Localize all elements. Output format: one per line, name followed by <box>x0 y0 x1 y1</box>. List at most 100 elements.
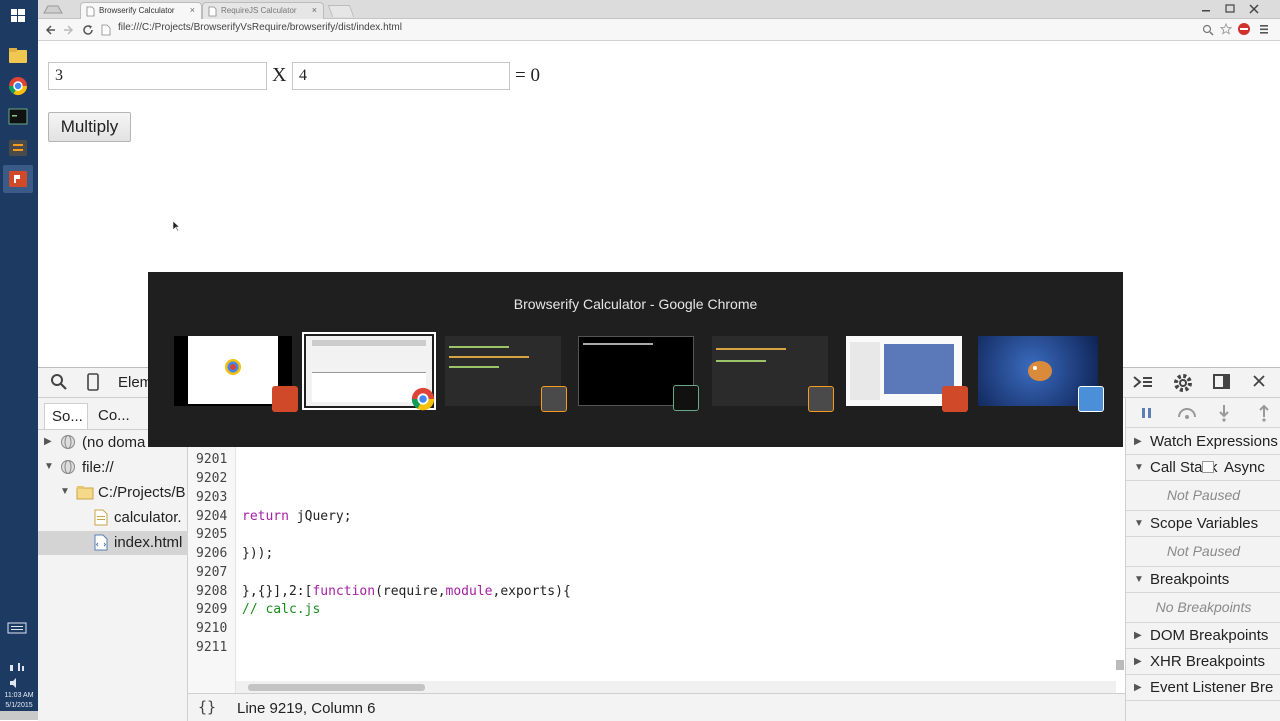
close-devtools-icon[interactable] <box>1252 374 1266 393</box>
horizontal-scrollbar-track <box>236 681 1116 693</box>
network-icon[interactable] <box>8 660 30 672</box>
chrome-icon <box>411 387 435 411</box>
sidebar-section-header[interactable]: ▶ DOM Breakpoints <box>1126 623 1280 649</box>
collapse-triangle-icon: ▼ <box>44 461 54 472</box>
sidebar-section-header[interactable]: ▶ Watch Expressions <box>1126 429 1280 455</box>
back-icon[interactable] <box>44 23 56 41</box>
switcher-window-chrome[interactable] <box>302 332 436 411</box>
globe-icon <box>61 435 75 449</box>
adblock-icon[interactable] <box>1237 22 1251 41</box>
line-number[interactable]: 9207 <box>188 565 232 580</box>
sidebar-section-header[interactable]: ▼ Breakpoints <box>1126 567 1280 593</box>
pause-icon[interactable] <box>1140 407 1154 419</box>
taskbar-powerpoint[interactable] <box>3 165 33 193</box>
taskbar-file-explorer[interactable] <box>3 42 33 70</box>
sidebar-section-header[interactable]: ▶ XHR Breakpoints <box>1126 649 1280 675</box>
sidebar-section-header[interactable]: ▼ Call Stack Async <box>1126 455 1280 481</box>
code-keyword: module <box>445 583 493 599</box>
forward-icon[interactable] <box>63 23 75 41</box>
chrome-menu-icon[interactable] <box>1258 22 1270 41</box>
browser-toolbar: file:///C:/Projects/BrowserifyVsRequire/… <box>38 19 1280 41</box>
multiply-button[interactable]: Multiply <box>48 112 131 142</box>
code-token: (require, <box>375 583 446 599</box>
code-line: 9202 <box>188 471 1108 490</box>
page-icon <box>101 23 111 41</box>
sidebar-empty-message: Not Paused <box>1126 481 1280 511</box>
line-number[interactable]: 9203 <box>188 490 232 505</box>
pretty-print-button[interactable]: {} <box>198 698 216 716</box>
horizontal-scrollbar-thumb[interactable] <box>248 684 425 691</box>
console-drawer-icon[interactable] <box>1132 373 1154 396</box>
switcher-window-powerpoint-2[interactable] <box>846 336 968 412</box>
taskbar-console[interactable] <box>3 103 33 131</box>
tab-content-scripts[interactable]: Co... <box>98 407 130 424</box>
device-mode-icon[interactable] <box>86 372 100 397</box>
minimize-icon[interactable] <box>1200 2 1212 17</box>
taskbar-chrome[interactable] <box>3 72 33 100</box>
tree-item-projects-folder[interactable]: ▼ C:/Projects/B <box>38 481 188 505</box>
inspect-search-icon[interactable] <box>50 373 68 396</box>
line-number[interactable]: 9210 <box>188 621 232 636</box>
settings-gear-icon[interactable] <box>1172 372 1194 399</box>
line-number[interactable]: 9205 <box>188 527 232 542</box>
clock-time[interactable]: 11:03 AM <box>0 691 38 700</box>
switcher-window-desktop[interactable] <box>978 336 1104 412</box>
line-number[interactable]: 9202 <box>188 471 232 486</box>
switcher-window-sublime-2[interactable] <box>712 336 834 412</box>
taskbar-scrollbar[interactable] <box>0 711 38 720</box>
step-into-icon[interactable] <box>1218 404 1230 422</box>
taskbar-sublime[interactable] <box>3 134 33 162</box>
line-number[interactable]: 9209 <box>188 602 232 617</box>
switcher-window-console[interactable] <box>578 336 699 411</box>
line-number[interactable]: 9211 <box>188 640 232 655</box>
clock-date[interactable]: 5/1/2015 <box>0 701 38 710</box>
code-text: })); <box>242 546 273 561</box>
close-tab-icon[interactable]: × <box>312 5 317 15</box>
number-b-input[interactable]: 4 <box>292 62 510 90</box>
sublime-text-icon <box>9 140 27 156</box>
line-number[interactable]: 9201 <box>188 452 232 467</box>
start-button[interactable] <box>3 2 33 30</box>
expand-triangle-icon: ▶ <box>44 436 52 447</box>
sidebar-section-label: Breakpoints <box>1150 571 1230 588</box>
target-logo-icon <box>225 359 241 375</box>
line-number[interactable]: 9206 <box>188 546 232 561</box>
result-text: = 0 <box>515 65 540 86</box>
maximize-icon[interactable] <box>1224 2 1236 20</box>
line-number[interactable]: 9204 <box>188 509 232 524</box>
tab-browserify-calculator[interactable]: Browserify Calculator × <box>80 2 202 19</box>
vertical-scrollbar[interactable] <box>1116 660 1124 670</box>
console-icon <box>673 385 699 411</box>
number-a-input[interactable]: 3 <box>48 62 267 90</box>
switcher-window-sublime[interactable] <box>445 336 567 412</box>
profile-menu-icon[interactable] <box>40 3 66 17</box>
switcher-window-powerpoint[interactable] <box>174 336 298 412</box>
code-token: })); <box>242 546 274 561</box>
step-out-icon[interactable] <box>1258 404 1270 422</box>
async-checkbox[interactable] <box>1202 461 1214 473</box>
tree-label: file:// <box>82 459 114 476</box>
close-tab-icon[interactable]: × <box>190 5 195 15</box>
volume-icon[interactable] <box>8 676 30 688</box>
tab-sources[interactable]: So... <box>44 403 88 429</box>
sublime-text-icon <box>808 386 834 412</box>
reload-icon[interactable] <box>82 23 94 41</box>
step-over-icon[interactable] <box>1176 406 1198 420</box>
close-window-icon[interactable] <box>1248 2 1260 20</box>
tree-item-file[interactable]: ▼ file:// <box>38 456 188 480</box>
sidebar-section-header[interactable]: ▶ Event Listener Bre <box>1126 675 1280 701</box>
code-token: ,exports){ <box>492 583 571 599</box>
tab-requirejs-calculator[interactable]: RequireJS Calculator × <box>202 2 324 19</box>
address-bar[interactable]: file:///C:/Projects/BrowserifyVsRequire/… <box>118 22 402 33</box>
globe-icon <box>61 460 75 474</box>
zoom-icon[interactable] <box>1202 23 1214 41</box>
bookmark-star-icon[interactable] <box>1219 22 1233 40</box>
tree-item-calculator-js[interactable]: calculator. <box>38 506 188 530</box>
tree-item-index-html[interactable]: index.html <box>38 531 188 555</box>
new-tab-button[interactable] <box>327 5 355 17</box>
dock-side-icon[interactable] <box>1212 373 1232 396</box>
line-number[interactable]: 9208 <box>188 584 232 599</box>
page-icon <box>208 6 217 19</box>
sidebar-section-header[interactable]: ▼ Scope Variables <box>1126 511 1280 537</box>
keyboard-icon[interactable] <box>6 620 32 636</box>
